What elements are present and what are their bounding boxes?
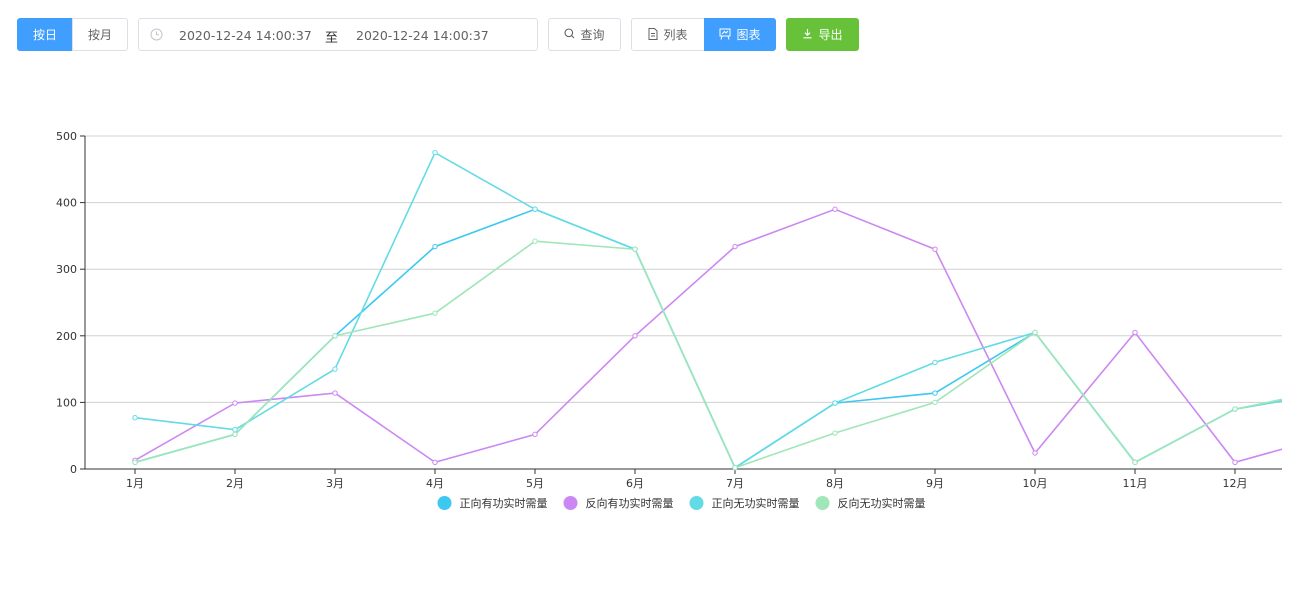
data-point [232, 400, 238, 406]
series-line-4 [134, 240, 1282, 469]
data-point [632, 246, 638, 252]
data-point [1132, 459, 1138, 466]
x-tick-label: 6月 [626, 477, 644, 490]
y-tick-label: 300 [56, 263, 77, 276]
x-tick-label: 10月 [1023, 477, 1048, 490]
data-point [432, 310, 438, 316]
series-group [132, 149, 1282, 471]
legend-marker-2 [563, 496, 578, 510]
x-tick-label: 7月 [726, 477, 744, 490]
legend-marker-3 [689, 496, 704, 510]
data-point [832, 400, 838, 406]
data-point [532, 238, 538, 244]
data-point [232, 427, 238, 433]
data-point [1132, 329, 1138, 336]
data-point [332, 366, 338, 372]
data-point [632, 333, 638, 339]
data-point [332, 390, 338, 396]
legend: 正向有功实时需量 反向有功实时需量 正向无功实时需量 反向无功实时需量 [437, 496, 926, 510]
data-point [732, 464, 738, 471]
y-tick-label: 200 [56, 330, 77, 343]
legend-marker-1 [437, 496, 452, 510]
data-point [532, 431, 538, 438]
x-tick-label: 4月 [426, 477, 444, 490]
data-point [132, 415, 138, 421]
data-point [732, 243, 738, 250]
x-tick-label: 1月 [126, 477, 144, 490]
series-line-3 [134, 151, 1282, 469]
x-tick-label: 12月 [1223, 477, 1248, 490]
data-point [932, 359, 938, 366]
data-point [432, 243, 438, 250]
y-tick-label: 100 [56, 396, 77, 409]
y-tick-label: 400 [56, 197, 77, 210]
legend-label-1: 正向有功实时需量 [460, 496, 548, 510]
data-point [832, 430, 838, 436]
data-point [1232, 406, 1238, 412]
x-tick-label: 2月 [226, 477, 244, 490]
data-point [532, 206, 538, 212]
data-point [932, 399, 938, 406]
series-line-1 [134, 208, 1282, 469]
x-tick-label: 5月 [526, 477, 544, 490]
data-point [932, 246, 938, 252]
data-point [1232, 459, 1238, 466]
data-point [832, 206, 838, 212]
data-point [432, 149, 438, 156]
line-chart: 0 100 200 300 400 500 1月 2月 3月 4月 5月 6月 7月 8月 9月 10月 11月… [56, 130, 1282, 510]
data-point [332, 333, 338, 339]
y-tick-label: 500 [56, 130, 77, 143]
data-point [1032, 329, 1038, 336]
data-point [932, 390, 938, 396]
x-tick-label: 11月 [1123, 477, 1148, 490]
data-point [232, 431, 238, 438]
data-point [1032, 450, 1038, 456]
x-tick-label: 3月 [326, 477, 344, 490]
x-tick-label: 8月 [826, 477, 844, 490]
legend-label-4: 反向无功实时需量 [838, 496, 926, 510]
legend-label-3: 正向无功实时需量 [712, 496, 800, 510]
legend-label-2: 反向有功实时需量 [586, 496, 674, 510]
data-point [132, 459, 138, 466]
legend-marker-4 [815, 496, 830, 510]
y-tick-label: 0 [70, 463, 77, 476]
data-point [432, 459, 438, 466]
x-tick-label: 9月 [926, 477, 944, 490]
